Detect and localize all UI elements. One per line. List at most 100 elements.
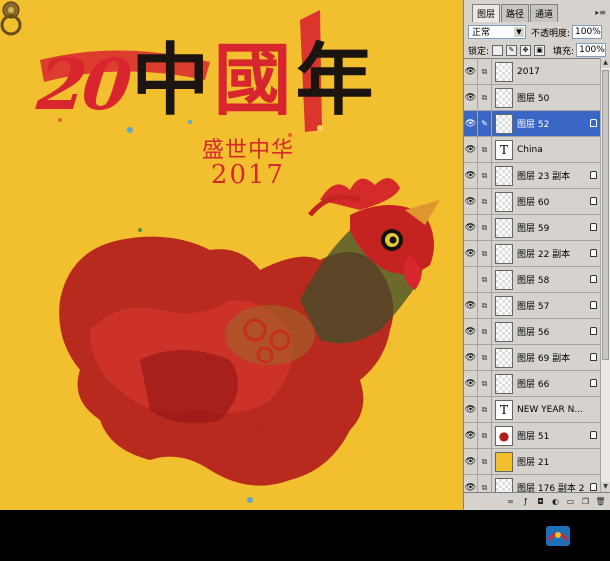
layer-name[interactable]: 图层 51 (517, 429, 549, 442)
layer-row[interactable]: 👁 ⧉ 图层 69 副本 (464, 344, 600, 371)
eye-visibility-icon[interactable]: 👁 (464, 422, 478, 449)
layer-name[interactable]: 图层 60 (517, 195, 549, 208)
layer-link-icon[interactable]: ⧉ (478, 474, 492, 493)
eye-visibility-icon[interactable]: 👁 (464, 136, 478, 163)
layer-name[interactable]: 图层 58 (517, 273, 549, 286)
eye-visibility-icon[interactable]: 👁 (464, 84, 478, 111)
eye-visibility-icon[interactable]: 👁 (464, 344, 478, 371)
eye-visibility-icon[interactable] (464, 266, 478, 293)
layer-row[interactable]: 👁 ⧉ 图层 57 (464, 292, 600, 319)
layer-link-icon[interactable]: ⧉ (478, 396, 492, 423)
layer-row[interactable]: 👁 ⧉ 图层 22 副本 (464, 240, 600, 267)
lock-transparency-icon[interactable] (492, 44, 504, 56)
layer-name[interactable]: 图层 23 副本 (517, 169, 570, 182)
eye-visibility-icon[interactable]: 👁 (464, 110, 478, 137)
layer-link-icon[interactable]: ⧉ (478, 84, 492, 111)
layer-link-icon[interactable]: ⧉ (478, 318, 492, 345)
layer-name[interactable]: 图层 59 (517, 221, 549, 234)
eye-visibility-icon[interactable]: 👁 (464, 162, 478, 189)
layer-link-icon[interactable]: ⧉ (478, 422, 492, 449)
layer-link-icon[interactable]: ⧉ (478, 59, 492, 85)
layer-row[interactable]: 👁 ⧉ 图层 50 (464, 84, 600, 111)
trash-icon[interactable]: 🗑 (595, 496, 606, 507)
layer-link-icon[interactable]: ⧉ (478, 162, 492, 189)
layer-name[interactable]: 图层 57 (517, 299, 549, 312)
layer-thumbnail (495, 243, 513, 264)
layer-list: 👁 ⧉ 2017 👁 ⧉ 图层 50 👁 ✎ 图层 52 👁 ⧉ T China 👁 ⧉ 图层 23 副本 👁 ⧉… (464, 58, 600, 493)
layer-name[interactable]: 图层 69 副本 (517, 351, 570, 364)
lock-icon (590, 379, 597, 387)
opacity-input[interactable]: 100% (572, 25, 603, 39)
opacity-label: 不透明度: (531, 28, 571, 39)
layer-link-icon[interactable]: ⧉ (478, 292, 492, 319)
layer-link-icon[interactable]: ⧉ (478, 214, 492, 241)
layer-name[interactable]: 图层 22 副本 (517, 247, 570, 260)
new-group-icon[interactable]: ▭ (565, 496, 576, 507)
layer-mask-icon[interactable]: ◘ (535, 496, 546, 507)
layer-list-scrollbar[interactable]: ▲ ▼ (600, 58, 610, 492)
eye-visibility-icon[interactable]: 👁 (464, 318, 478, 345)
link-layers-icon[interactable]: ∞ (505, 496, 516, 507)
tab-channels[interactable]: 通道 (530, 4, 559, 22)
layer-row[interactable]: 👁 ⧉ 图层 60 (464, 188, 600, 215)
layer-name[interactable]: 图层 50 (517, 91, 549, 104)
document-canvas[interactable]: 20 中 國 年 盛世中华 2017 (0, 0, 463, 510)
layers-panel: 图层 路径 通道 ▸≡ 正常 ▼ 不透明度: 100% 锁定: ✎ ✥ ▣ 填充… (463, 0, 610, 510)
lock-icon (590, 275, 597, 283)
eye-visibility-icon[interactable]: 👁 (464, 474, 478, 493)
layer-link-icon[interactable]: ⧉ (478, 448, 492, 475)
layer-row[interactable]: 👁 ⧉ 图层 66 (464, 370, 600, 397)
layer-name[interactable]: 图层 56 (517, 325, 549, 338)
eye-visibility-icon[interactable]: 👁 (464, 214, 478, 241)
eye-visibility-icon[interactable]: 👁 (464, 59, 478, 85)
layer-link-icon[interactable]: ⧉ (478, 136, 492, 163)
eye-visibility-icon[interactable]: 👁 (464, 188, 478, 215)
layer-row[interactable]: 👁 ⧉ 2017 (464, 59, 600, 85)
layer-link-icon[interactable]: ⧉ (478, 266, 492, 293)
layer-row[interactable]: 👁 ⧉ 图层 59 (464, 214, 600, 241)
layer-thumbnail (495, 321, 513, 342)
adjustment-layer-icon[interactable]: ◐ (550, 496, 561, 507)
layer-thumbnail (495, 477, 513, 493)
lock-image-icon[interactable]: ✎ (506, 44, 518, 56)
eye-visibility-icon[interactable]: 👁 (464, 448, 478, 475)
layer-style-icon[interactable]: ƒ (520, 496, 531, 507)
layer-name[interactable]: 图层 66 (517, 377, 549, 390)
layer-row[interactable]: 👁 ⧉ T China (464, 136, 600, 163)
lock-all-icon[interactable]: ▣ (534, 44, 546, 56)
layer-row[interactable]: 👁 ⧉ ● 图层 51 (464, 422, 600, 449)
panel-menu-icon[interactable]: ▸≡ (595, 8, 606, 17)
eye-visibility-icon[interactable]: 👁 (464, 240, 478, 267)
layer-row[interactable]: ⧉ 图层 58 (464, 266, 600, 293)
layer-name[interactable]: 图层 21 (517, 455, 549, 468)
layer-link-icon[interactable]: ⧉ (478, 240, 492, 267)
layer-name[interactable]: China (517, 145, 543, 155)
lock-position-icon[interactable]: ✥ (520, 44, 532, 56)
new-layer-icon[interactable]: ❐ (580, 496, 591, 507)
blend-mode-select[interactable]: 正常 ▼ (468, 25, 526, 39)
tab-layers[interactable]: 图层 (472, 4, 501, 22)
layer-name[interactable]: 2017 (517, 67, 540, 77)
layer-thumbnail (495, 269, 513, 290)
fill-input[interactable]: 100% (576, 43, 607, 57)
eye-visibility-icon[interactable]: 👁 (464, 292, 478, 319)
eye-visibility-icon[interactable]: 👁 (464, 370, 478, 397)
layer-link-icon[interactable]: ✎ (478, 110, 492, 137)
layer-row[interactable]: 👁 ⧉ 图层 21 (464, 448, 600, 475)
layer-row[interactable]: 👁 ⧉ 图层 176 副本 2 (464, 474, 600, 493)
layer-row[interactable]: 👁 ⧉ T NEW YEAR N... (464, 396, 600, 423)
scroll-down-icon[interactable]: ▼ (601, 482, 610, 492)
scroll-up-icon[interactable]: ▲ (601, 58, 610, 68)
layer-name[interactable]: NEW YEAR N... (517, 405, 583, 415)
lock-icon (590, 301, 597, 309)
layer-row[interactable]: 👁 ✎ 图层 52 (464, 110, 600, 137)
tab-paths[interactable]: 路径 (501, 4, 530, 22)
layer-link-icon[interactable]: ⧉ (478, 344, 492, 371)
layer-row[interactable]: 👁 ⧉ 图层 56 (464, 318, 600, 345)
eye-visibility-icon[interactable]: 👁 (464, 396, 478, 423)
scrollbar-thumb[interactable] (602, 70, 609, 360)
layer-link-icon[interactable]: ⧉ (478, 370, 492, 397)
layer-link-icon[interactable]: ⧉ (478, 188, 492, 215)
layer-row[interactable]: 👁 ⧉ 图层 23 副本 (464, 162, 600, 189)
layer-name[interactable]: 图层 52 (517, 117, 549, 130)
